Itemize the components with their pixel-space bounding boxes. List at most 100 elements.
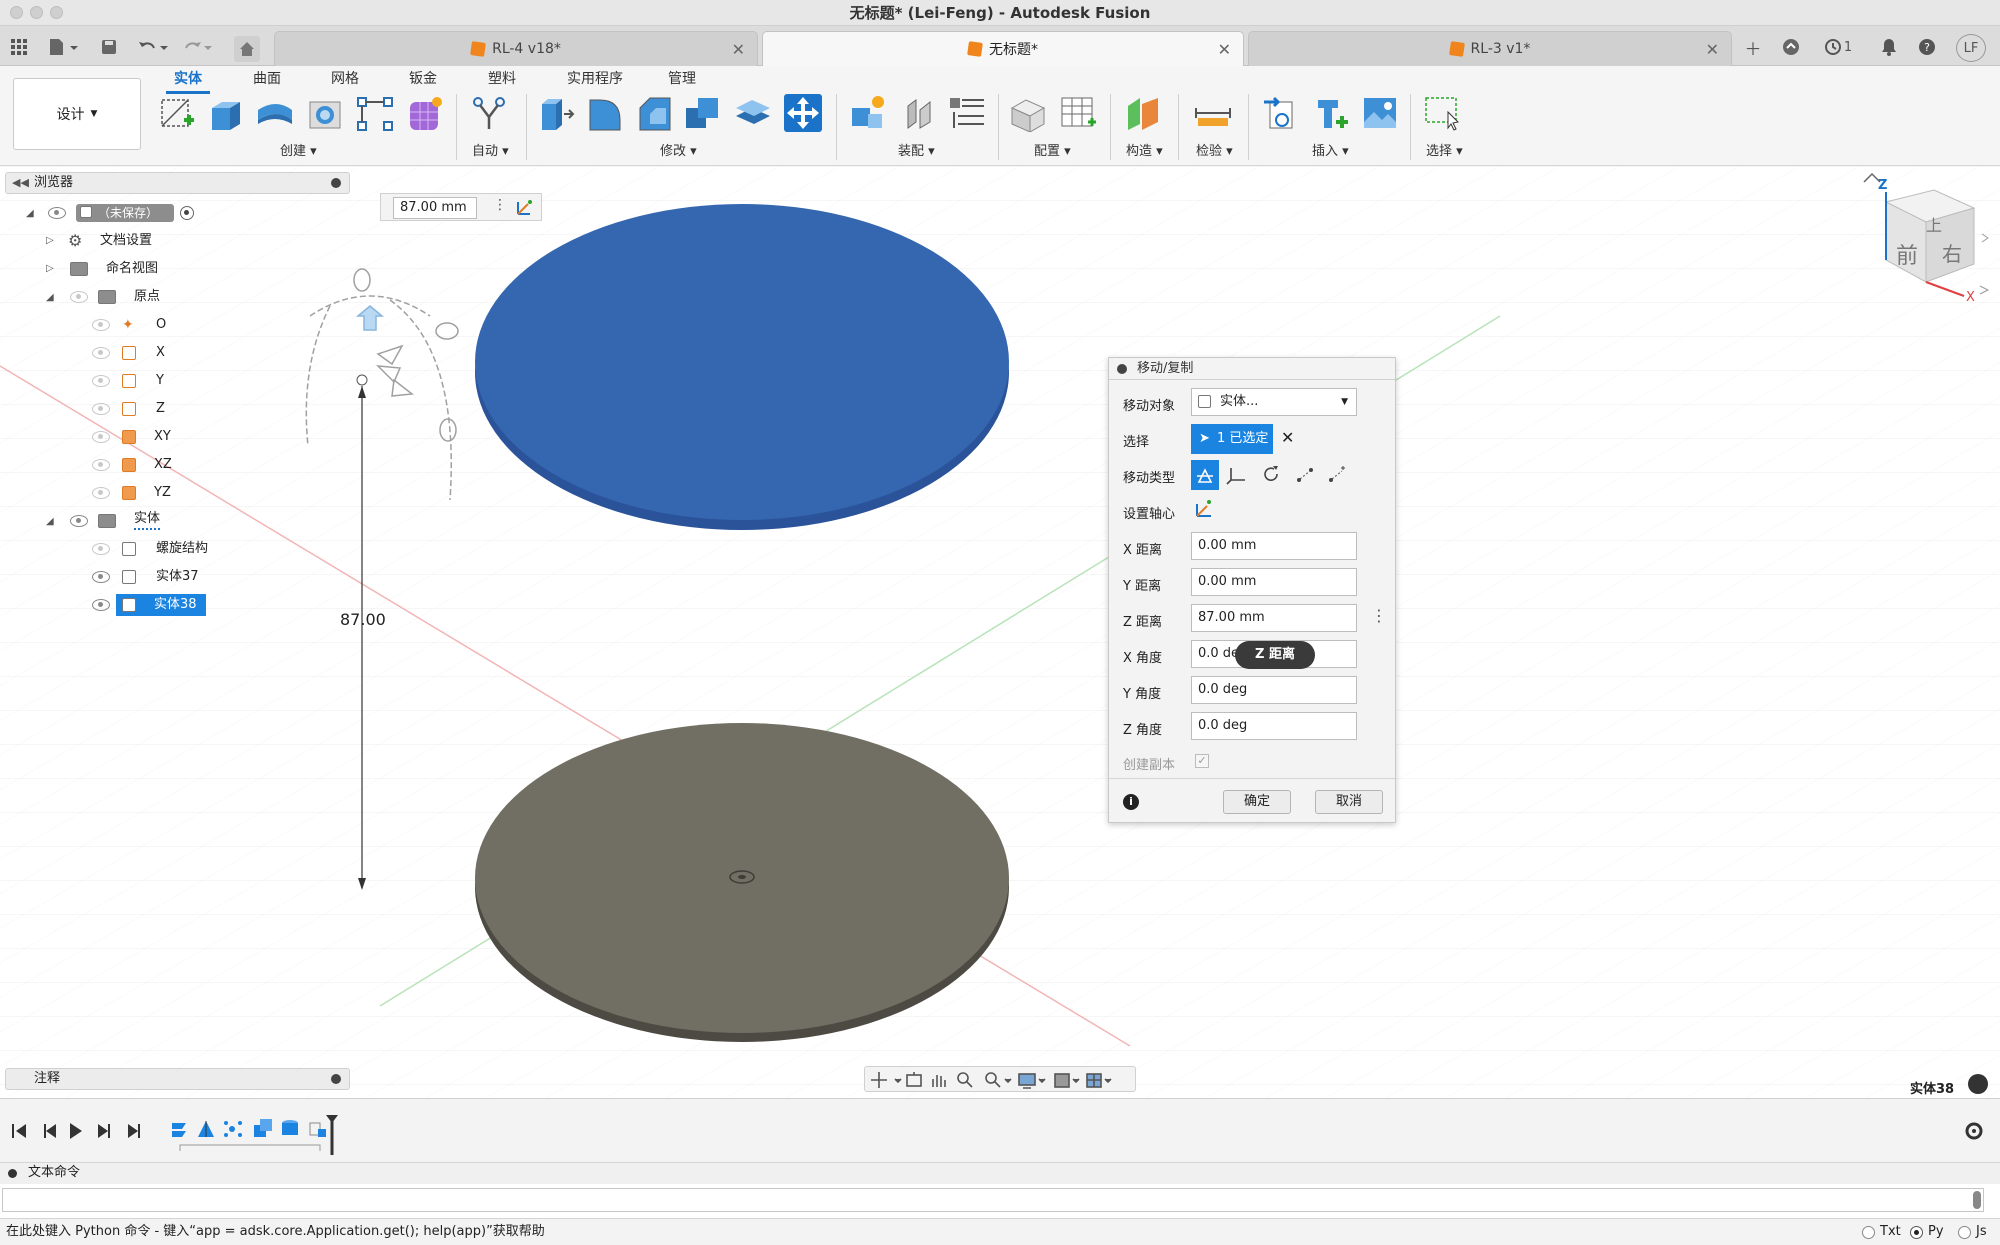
tree-axis-y[interactable]: Y [0,370,300,392]
point-to-point-type-button[interactable] [1291,460,1319,490]
info-icon[interactable]: i [1123,794,1139,810]
collapse-text-command-icon[interactable] [8,1169,17,1178]
measure-icon[interactable] [1194,94,1232,132]
scrollbar-thumb[interactable] [1973,1191,1981,1209]
tree-plane-yz[interactable]: YZ [0,482,300,504]
tab-sheet-metal[interactable]: 钣金 [409,68,437,88]
press-pull-icon[interactable] [538,94,576,132]
offset-face-icon[interactable] [734,94,772,132]
create-sketch-icon[interactable] [158,94,196,132]
root-component[interactable]: （未保存） [76,204,174,222]
redo-icon[interactable] [180,34,214,60]
z-distance-options-icon[interactable]: ⋮ [1371,606,1387,625]
close-tab-icon[interactable]: ✕ [1706,40,1719,59]
tab-mesh[interactable]: 网格 [331,68,359,88]
tab-surface[interactable]: 曲面 [253,68,281,88]
undo-icon[interactable] [136,34,170,60]
pivot-icon[interactable] [515,197,535,221]
hidden-eye-icon[interactable] [92,543,110,555]
zoom-window-button[interactable] [50,6,63,19]
ok-button[interactable]: 确定 [1223,790,1291,814]
point-to-position-type-button[interactable] [1323,460,1351,490]
tab-rl3[interactable]: RL-3 v1* ✕ [1248,31,1732,66]
text-command-header[interactable]: 文本命令 [0,1162,2000,1184]
close-window-button[interactable] [10,6,23,19]
tree-helix[interactable]: 螺旋结构 [0,538,300,560]
expand-triangle-icon[interactable]: ▷ [46,230,54,252]
insert-derive-icon[interactable] [1262,94,1300,132]
tree-origin[interactable]: ◢ 原点 [0,286,300,308]
group-insert[interactable]: 插入 ▾ [1312,140,1349,159]
y-distance-input[interactable]: 0.00 mm [1191,568,1357,596]
y-angle-input[interactable]: 0.0 deg [1191,676,1357,704]
apps-grid-icon[interactable] [6,34,32,60]
disk-body-37[interactable] [475,723,1009,1042]
tree-origin-point[interactable]: ✦ O [0,314,300,336]
more-options-icon[interactable]: ⋮ [493,197,507,213]
save-icon[interactable] [96,34,122,60]
panel-pin-icon[interactable] [331,178,341,188]
tree-plane-xz[interactable]: XZ [0,454,300,476]
text-command-input[interactable] [2,1188,1984,1212]
translate-type-button[interactable] [1223,460,1251,490]
move-copy-icon[interactable] [784,94,822,132]
clear-selection-icon[interactable]: ✕ [1281,428,1294,447]
tree-axis-x[interactable]: X [0,342,300,364]
configuration-table-icon[interactable] [1060,94,1098,132]
free-move-type-button[interactable] [1191,460,1219,490]
collapse-panel-icon[interactable]: ◀◀ [12,173,29,193]
close-tab-icon[interactable]: ✕ [1218,40,1231,59]
group-modify[interactable]: 修改 ▾ [660,140,697,159]
hidden-eye-icon[interactable] [70,291,88,303]
viewcube[interactable]: 上 前 右 Z X [1856,172,1996,312]
visibility-eye-icon[interactable] [92,599,110,611]
data-panel-icon[interactable] [1778,34,1804,60]
tree-body38-selected[interactable]: 实体38 [0,594,300,616]
visibility-eye-icon[interactable] [92,571,110,583]
user-avatar[interactable]: LF [1956,34,1986,62]
group-create[interactable]: 创建 ▾ [280,140,317,159]
set-pivot-icon[interactable] [1193,496,1217,520]
collapse-triangle-icon[interactable]: ◢ [46,511,54,533]
z-angle-input[interactable]: 0.0 deg [1191,712,1357,740]
group-construct[interactable]: 构造 ▾ [1126,140,1163,159]
group-assemble[interactable]: 装配 ▾ [898,140,935,159]
notification-bell-icon[interactable] [1876,34,1902,60]
pen-icon[interactable] [1968,1074,1988,1094]
tree-doc-settings[interactable]: ▷ ⚙ 文档设置 [0,230,300,252]
file-menu-icon[interactable] [46,34,80,60]
group-automate[interactable]: 自动 ▾ [472,140,509,159]
hidden-eye-icon[interactable] [92,487,110,499]
py-radio-selected[interactable] [1910,1226,1923,1239]
viewcube-right[interactable]: 右 [1942,238,1962,267]
rotate-type-button[interactable] [1257,460,1285,490]
automate-icon[interactable] [470,94,508,132]
tab-rl4[interactable]: RL-4 v18* ✕ [274,31,758,66]
workspace-switcher[interactable]: 设计 ▼ [13,78,141,150]
select-icon[interactable] [1424,94,1462,132]
hidden-eye-icon[interactable] [92,459,110,471]
form-icon[interactable] [406,94,444,132]
selection-button[interactable]: ➤ 1 已选定 [1191,424,1273,454]
dialog-header[interactable]: 移动/复制 [1109,358,1395,380]
tree-plane-xy[interactable]: XY [0,426,300,448]
minimize-window-button[interactable] [30,6,43,19]
disk-body-38-selected[interactable] [475,204,1009,530]
insert-mcmaster-icon[interactable] [1312,94,1350,132]
job-status-button[interactable]: 1 [1818,34,1858,60]
revolve-icon[interactable] [256,94,294,132]
extrude-icon[interactable] [206,94,244,132]
x-distance-input[interactable]: 0.00 mm [1191,532,1357,560]
browser-header[interactable]: ◀◀ 浏览器 [5,172,350,194]
txt-radio[interactable] [1862,1226,1875,1239]
move-object-select[interactable]: 实体... ▼ [1191,388,1357,416]
expand-panel-icon[interactable] [331,1074,341,1084]
hidden-eye-icon[interactable] [92,375,110,387]
tab-manage[interactable]: 管理 [668,68,696,88]
collapse-triangle-icon[interactable]: ◢ [26,208,34,219]
inline-distance-input[interactable]: 87.00 mm [393,197,477,219]
tab-utilities[interactable]: 实用程序 [567,68,623,88]
construct-plane-icon[interactable] [1124,94,1162,132]
tab-untitled[interactable]: 无标题* ✕ [762,31,1244,66]
viewcube-top[interactable]: 上 [1926,212,1942,236]
